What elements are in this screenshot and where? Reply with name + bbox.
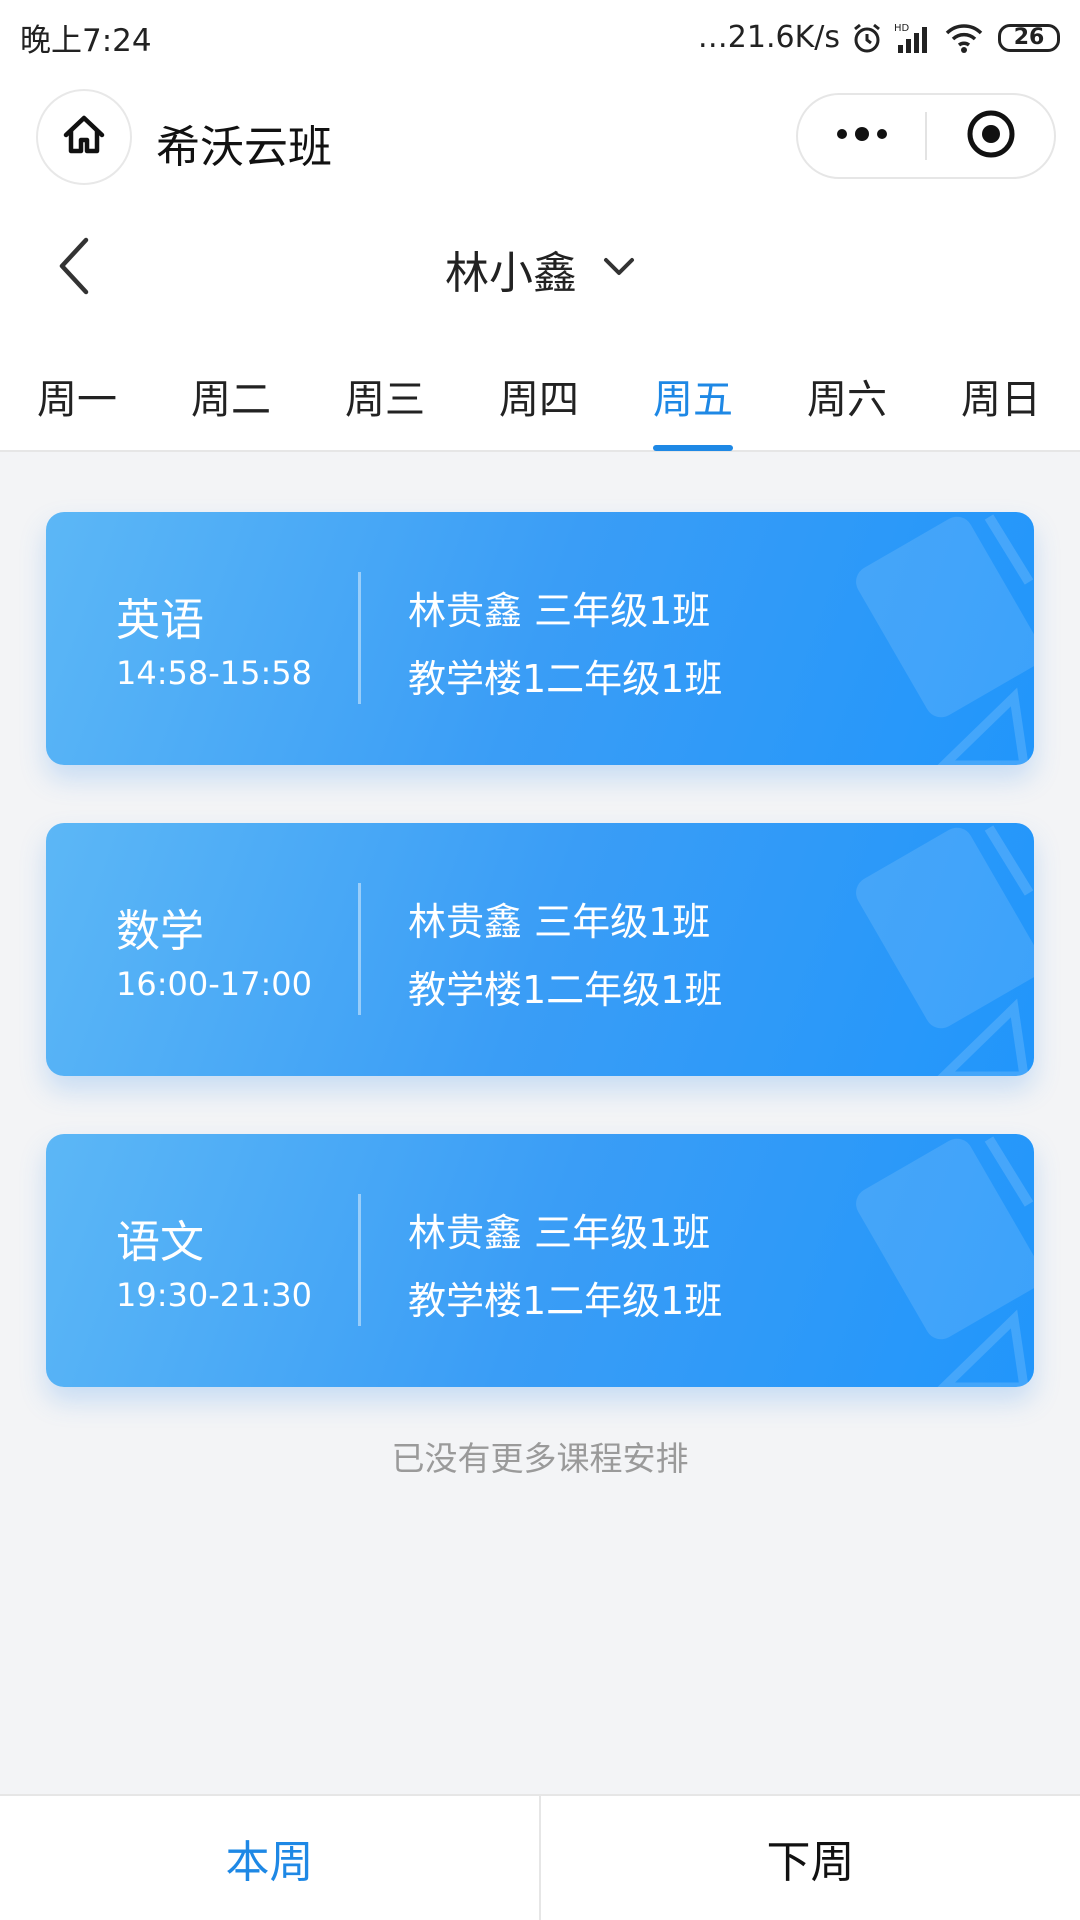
notebook-decoration-icon [856, 825, 1034, 1076]
tab-sunday[interactable]: 周日 [941, 367, 1061, 425]
course-card[interactable]: 语文 19:30-21:30 林贵鑫 三年级1班 教学楼1二年级1班 [46, 1134, 1034, 1387]
status-icons: …21.6K/s HD 26 [698, 20, 1060, 55]
chevron-down-icon [603, 257, 635, 281]
capsule-menu [796, 93, 1056, 179]
close-miniprogram-button[interactable] [927, 95, 1054, 177]
classroom-location: 教学楼1二年级1班 [408, 657, 723, 701]
course-time: 14:58-15:58 [116, 654, 312, 692]
tab-wednesday[interactable]: 周三 [325, 367, 445, 425]
tab-monday[interactable]: 周一 [17, 367, 137, 425]
notebook-decoration-icon [856, 1136, 1034, 1387]
notebook-decoration-icon [856, 514, 1034, 765]
home-icon [60, 111, 108, 163]
active-tab-indicator [653, 445, 733, 451]
card-divider [358, 1194, 361, 1326]
course-card[interactable]: 数学 16:00-17:00 林贵鑫 三年级1班 教学楼1二年级1班 [46, 823, 1034, 1076]
status-time: 晚上7:24 [20, 23, 152, 59]
course-name: 英语 [116, 595, 204, 646]
tab-thursday[interactable]: 周四 [479, 367, 599, 425]
svg-text:HD: HD [894, 23, 910, 34]
course-name: 语文 [116, 1217, 204, 1268]
tab-tuesday[interactable]: 周二 [171, 367, 291, 425]
card-divider [358, 572, 361, 704]
course-name: 数学 [116, 906, 204, 957]
classroom-location: 教学楼1二年级1班 [408, 968, 723, 1012]
this-week-button[interactable]: 本周 [0, 1796, 539, 1920]
classroom-location: 教学楼1二年级1班 [408, 1279, 723, 1323]
tab-saturday[interactable]: 周六 [787, 367, 907, 425]
home-button[interactable] [36, 89, 132, 185]
app-title: 希沃云班 [156, 122, 332, 173]
teacher-class: 林贵鑫 三年级1班 [408, 589, 711, 633]
card-divider [358, 883, 361, 1015]
course-time: 16:00-17:00 [116, 965, 312, 1003]
next-week-button[interactable]: 下周 [541, 1796, 1080, 1920]
battery-indicator: 26 [998, 23, 1060, 52]
weekday-tabs: 周一 周二 周三 周四 周五 周六 周日 [0, 337, 1080, 452]
page-header: 林小鑫 [0, 197, 1080, 337]
more-dots-icon [834, 124, 890, 148]
week-switcher: 本周 下周 [0, 1794, 1080, 1920]
no-more-courses-note: 已没有更多课程安排 [391, 1439, 689, 1478]
nav-bar: 希沃云班 [0, 75, 1080, 197]
status-bar: 晚上7:24 …21.6K/s HD 26 [0, 0, 1080, 75]
student-name: 林小鑫 [445, 248, 577, 299]
wifi-icon [944, 21, 984, 55]
course-card[interactable]: 英语 14:58-15:58 林贵鑫 三年级1班 教学楼1二年级1班 [46, 512, 1034, 765]
network-speed: …21.6K/s [697, 20, 840, 55]
more-button[interactable] [798, 95, 925, 177]
target-circle-icon [966, 109, 1016, 163]
student-selector[interactable]: 林小鑫 [0, 237, 1080, 301]
alarm-icon [850, 21, 884, 55]
signal-icon: HD [894, 21, 934, 55]
tab-friday[interactable]: 周五 [633, 367, 753, 425]
course-time: 19:30-21:30 [116, 1276, 312, 1314]
teacher-class: 林贵鑫 三年级1班 [408, 1211, 711, 1255]
teacher-class: 林贵鑫 三年级1班 [408, 900, 711, 944]
